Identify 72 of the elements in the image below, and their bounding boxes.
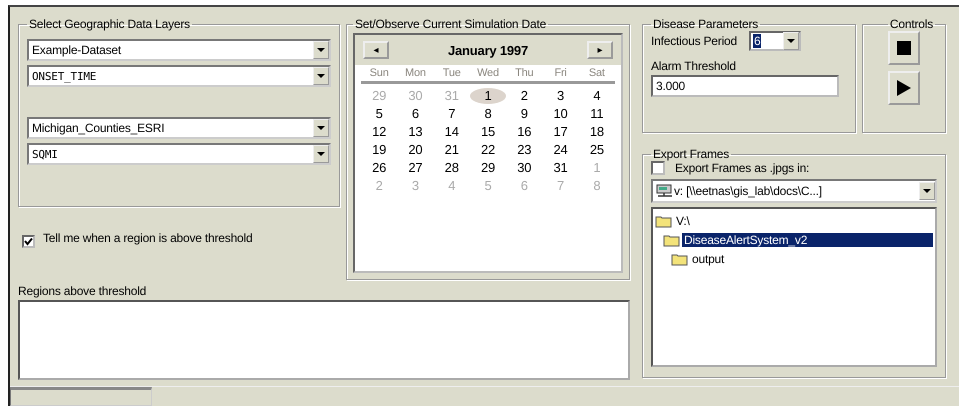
calendar-day[interactable]: 5 — [361, 106, 398, 122]
group-title: Controls — [888, 17, 934, 31]
stop-icon — [897, 41, 911, 55]
field-label: Regions above threshold — [18, 284, 148, 298]
play-button[interactable] — [888, 71, 920, 105]
calendar-day[interactable]: 26 — [361, 160, 398, 176]
calendar-day[interactable]: 11 — [578, 106, 615, 122]
tree-item[interactable]: output — [690, 252, 726, 266]
weekday-label: Tue — [442, 67, 462, 79]
weekday-label: Mon — [404, 67, 427, 79]
calendar-day[interactable]: 9 — [506, 106, 542, 122]
weekday-label: Sat — [588, 67, 606, 79]
calendar-day[interactable]: 22 — [470, 142, 506, 158]
calendar-day[interactable]: 4 — [578, 88, 615, 104]
calendar-day[interactable]: 28 — [434, 160, 470, 176]
dropdown[interactable]: SQMI — [27, 143, 331, 165]
folder-icon — [671, 252, 689, 266]
folder-icon — [655, 214, 673, 228]
calendar-day[interactable]: 7 — [434, 106, 470, 122]
calendar-day[interactable]: 30 — [506, 160, 542, 176]
calendar-day[interactable]: 3 — [542, 88, 579, 104]
weekday-label: Sun — [368, 67, 390, 79]
dropdown[interactable]: ONSET_TIME — [27, 65, 331, 87]
dropdown[interactable]: Example-Dataset — [27, 39, 331, 61]
regions-list[interactable] — [18, 300, 630, 380]
calendar-day[interactable]: 21 — [434, 142, 470, 158]
calendar-day[interactable]: 25 — [578, 142, 615, 158]
calendar-day[interactable]: 29 — [470, 160, 506, 176]
calendar-day[interactable]: 8 — [470, 106, 506, 122]
field-label: Infectious Period — [651, 34, 737, 48]
folder-icon — [663, 232, 681, 246]
next-month-button[interactable]: ▸ — [587, 41, 613, 59]
calendar-day[interactable]: 27 — [397, 160, 434, 176]
calendar-day[interactable]: 12 — [361, 124, 398, 140]
group-title: Select Geographic Data Layers — [28, 17, 191, 31]
calendar-day[interactable]: 15 — [470, 124, 506, 140]
group-title: Disease Parameters — [652, 17, 760, 31]
group-title: Set/Observe Current Simulation Date — [354, 17, 548, 31]
calendar-day[interactable]: 14 — [434, 124, 470, 140]
previous-month-button[interactable]: ◂ — [363, 41, 389, 59]
weekday-label: Thu — [514, 67, 534, 79]
dropdown[interactable]: Michigan_Counties_ESRI — [27, 117, 331, 139]
month-title: January 1997 — [448, 42, 528, 58]
calendar-day[interactable]: 10 — [542, 106, 579, 122]
threshold-input[interactable]: 3.000 — [651, 75, 839, 97]
network-drive-icon — [656, 184, 674, 198]
weekday-label: Fri — [553, 67, 568, 79]
tree-item[interactable]: V:\ — [674, 214, 692, 228]
calendar-day[interactable]: 16 — [506, 124, 542, 140]
stop-button[interactable] — [888, 31, 920, 65]
calendar-day[interactable]: 13 — [397, 124, 434, 140]
checkbox[interactable] — [651, 161, 665, 175]
calendar-day[interactable]: 6 — [397, 106, 434, 122]
calendar-day[interactable]: 24 — [542, 142, 579, 158]
calendar-day[interactable]: 17 — [542, 124, 579, 140]
calendar-day[interactable]: 1 — [470, 88, 506, 104]
group-title: Export Frames — [652, 147, 730, 161]
calendar-day[interactable]: 18 — [578, 124, 615, 140]
calendar-day[interactable]: 20 — [397, 142, 434, 158]
checkbox-label: Tell me when a region is above threshold — [43, 231, 254, 245]
calendar-day[interactable]: 23 — [506, 142, 542, 158]
calendar-day[interactable]: 19 — [361, 142, 398, 158]
checkbox[interactable] — [22, 235, 35, 248]
weekday-label: Wed — [476, 67, 500, 79]
calendar-day[interactable]: 31 — [542, 160, 579, 176]
field-label: Alarm Threshold — [651, 59, 737, 73]
tree-item[interactable]: DiseaseAlertSystem_v2 — [682, 232, 933, 246]
checkbox-label: Export Frames as .jpgs in: — [675, 161, 810, 175]
play-icon — [897, 80, 911, 96]
calendar-day[interactable]: 2 — [506, 88, 542, 104]
period-dropdown[interactable]: 6 — [749, 31, 801, 51]
drive-dropdown[interactable]: v: [\\eetnas\gis_lab\docs\C...] — [651, 179, 937, 203]
